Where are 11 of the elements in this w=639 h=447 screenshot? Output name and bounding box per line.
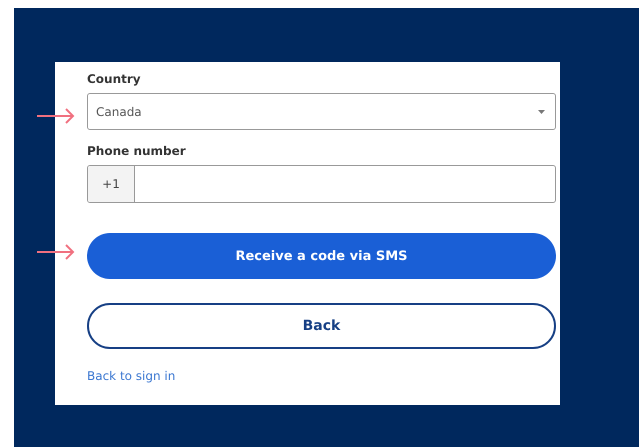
field-label: Phone number [87, 143, 186, 160]
send-sms-button[interactable]: Receive a code via SMS [87, 233, 556, 279]
arrow-icon [36, 108, 76, 124]
field-label: Country [87, 71, 141, 88]
back-to-sign-in-link[interactable]: Back to sign in [87, 369, 176, 383]
phone-field[interactable]: +1 [87, 165, 556, 203]
country-dropdown[interactable]: Canada [87, 93, 556, 130]
country-code: +1 [88, 166, 135, 202]
caret-icon [538, 110, 545, 114]
arrow-icon [36, 244, 76, 260]
back-button[interactable]: Back [87, 303, 556, 349]
